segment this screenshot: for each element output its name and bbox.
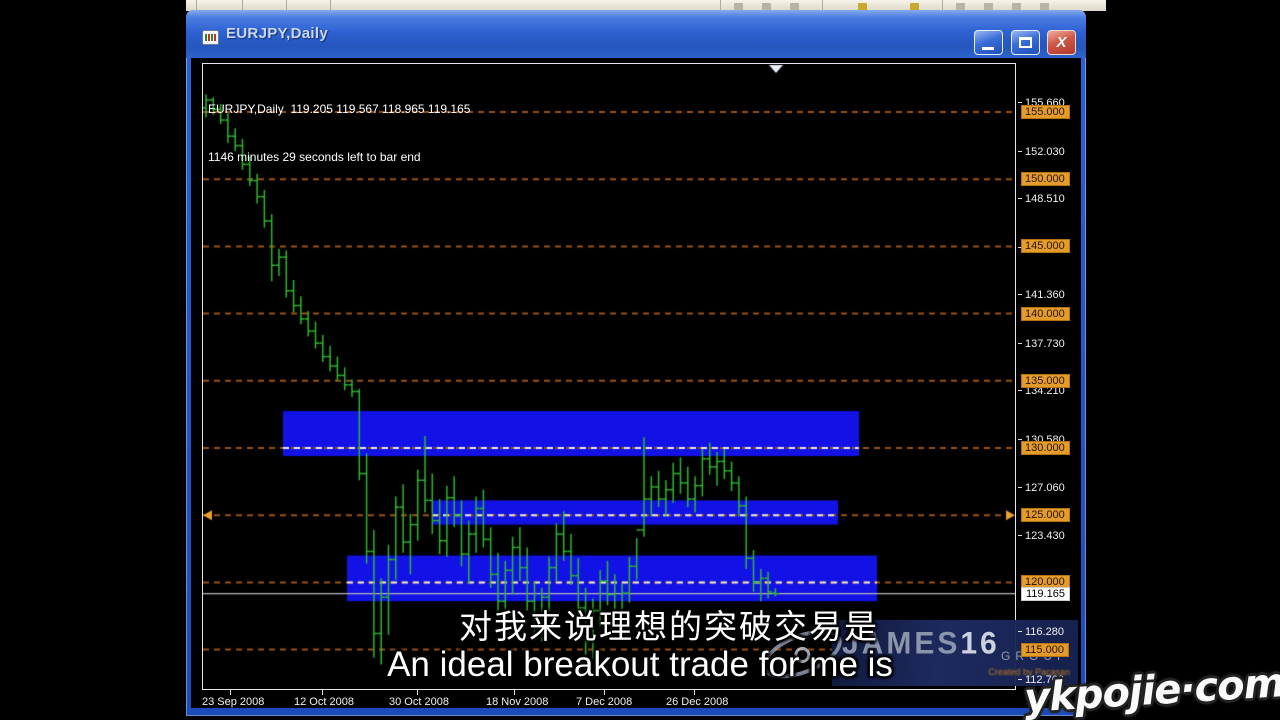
window-title: EURJPY,Daily: [226, 25, 328, 42]
current-price-label: 119.165: [1021, 587, 1070, 601]
price-tick-mark: [1018, 294, 1022, 295]
chart-info: EURJPY,Daily 119.205 119.567 118.965 119…: [208, 69, 470, 197]
price-level-label: 150.000: [1021, 172, 1070, 186]
titlebar[interactable]: EURJPY,Daily X: [186, 10, 1086, 58]
date-tick-mark: [417, 690, 418, 695]
chart-window-icon: [202, 30, 219, 45]
date-tick-mark: [514, 690, 515, 695]
price-tick-label: 137.730: [1025, 337, 1065, 351]
price-tick-mark: [1018, 390, 1022, 391]
minimize-button[interactable]: [974, 30, 1003, 55]
date-label: 7 Dec 2008: [576, 696, 632, 708]
price-tick-mark: [1018, 102, 1022, 103]
price-level-label: 155.000: [1021, 105, 1070, 119]
maximize-button[interactable]: [1011, 30, 1040, 55]
price-level-label: 140.000: [1021, 307, 1070, 321]
price-tick-label: 141.360: [1025, 288, 1065, 302]
price-tick-mark: [1018, 487, 1022, 488]
chart-area[interactable]: EURJPY,Daily 119.205 119.567 118.965 119…: [202, 63, 1016, 690]
price-tick-label: 148.510: [1025, 192, 1065, 206]
bar-countdown-line: 1146 minutes 29 seconds left to bar end: [208, 149, 470, 165]
price-level-label: 130.000: [1021, 441, 1070, 455]
date-tick-mark: [230, 690, 231, 695]
price-tick-label: 127.060: [1025, 481, 1065, 495]
price-tick-mark: [1018, 535, 1022, 536]
minimize-icon: [982, 47, 994, 50]
date-tick-mark: [604, 690, 605, 695]
date-axis[interactable]: 23 Sep 2008 12 Oct 2008 30 Oct 2008 18 Nov …: [202, 690, 1016, 708]
price-axis[interactable]: 155.660152.030148.510144.880141.360137.7…: [1017, 63, 1080, 690]
screen: EURJPY,Daily X EURJPY,Daily 119.205 119.…: [0, 0, 1280, 720]
ohlc-info-line: EURJPY,Daily 119.205 119.567 118.965 119…: [208, 101, 470, 117]
close-button[interactable]: X: [1047, 30, 1076, 55]
price-tick-mark: [1018, 151, 1022, 152]
date-label: 26 Dec 2008: [666, 696, 728, 708]
price-level-label: 145.000: [1021, 239, 1070, 253]
price-tick-mark: [1018, 198, 1022, 199]
date-label: 30 Oct 2008: [389, 696, 449, 708]
date-label: 18 Nov 2008: [486, 696, 548, 708]
close-icon: X: [1048, 31, 1075, 54]
subtitle-chinese: 对我来说理想的突破交易是: [0, 600, 1280, 648]
date-label: 23 Sep 2008: [202, 696, 264, 708]
date-tick-mark: [694, 690, 695, 695]
date-tick-mark: [322, 690, 323, 695]
date-label: 12 Oct 2008: [294, 696, 354, 708]
price-level-label: 125.000: [1021, 508, 1070, 522]
price-tick-label: 123.430: [1025, 529, 1065, 543]
maximize-icon: [1019, 37, 1032, 48]
price-tick-label: 152.030: [1025, 145, 1065, 159]
price-tick-mark: [1018, 343, 1022, 344]
window-controls: X: [971, 30, 1076, 55]
price-level-label: 135.000: [1021, 374, 1070, 388]
